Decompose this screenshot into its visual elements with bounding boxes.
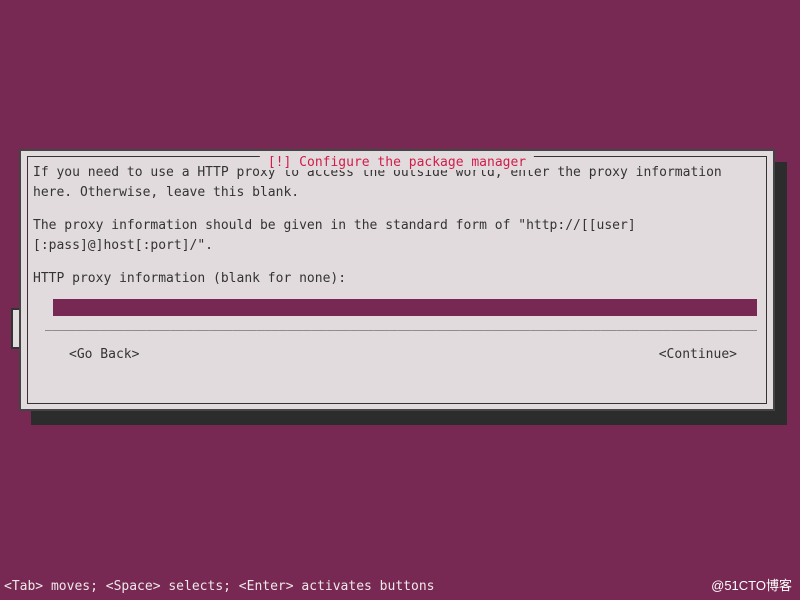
button-row: <Go Back> <Continue>: [69, 347, 737, 362]
go-back-button[interactable]: <Go Back>: [69, 347, 139, 362]
dialog-title: [!] Configure the package manager: [260, 155, 534, 170]
proxy-input[interactable]: [45, 299, 757, 316]
watermark: @51CTO博客: [711, 575, 792, 594]
proxy-prompt-label: HTTP proxy information (blank for none):: [33, 269, 761, 289]
dialog-title-text: Configure the package manager: [299, 155, 526, 170]
cursor-icon: [45, 299, 53, 316]
input-underline: ________________________________________…: [45, 318, 757, 331]
dialog-content: If you need to use a HTTP proxy to acces…: [33, 163, 761, 293]
footer-hint: <Tab> moves; <Space> selects; <Enter> ac…: [4, 579, 434, 594]
instruction-text-2: The proxy information should be given in…: [33, 216, 761, 255]
continue-button[interactable]: <Continue>: [659, 347, 737, 362]
dialog-title-prefix: [!]: [268, 155, 291, 170]
configure-package-manager-dialog: [!] Configure the package manager If you…: [19, 149, 775, 411]
